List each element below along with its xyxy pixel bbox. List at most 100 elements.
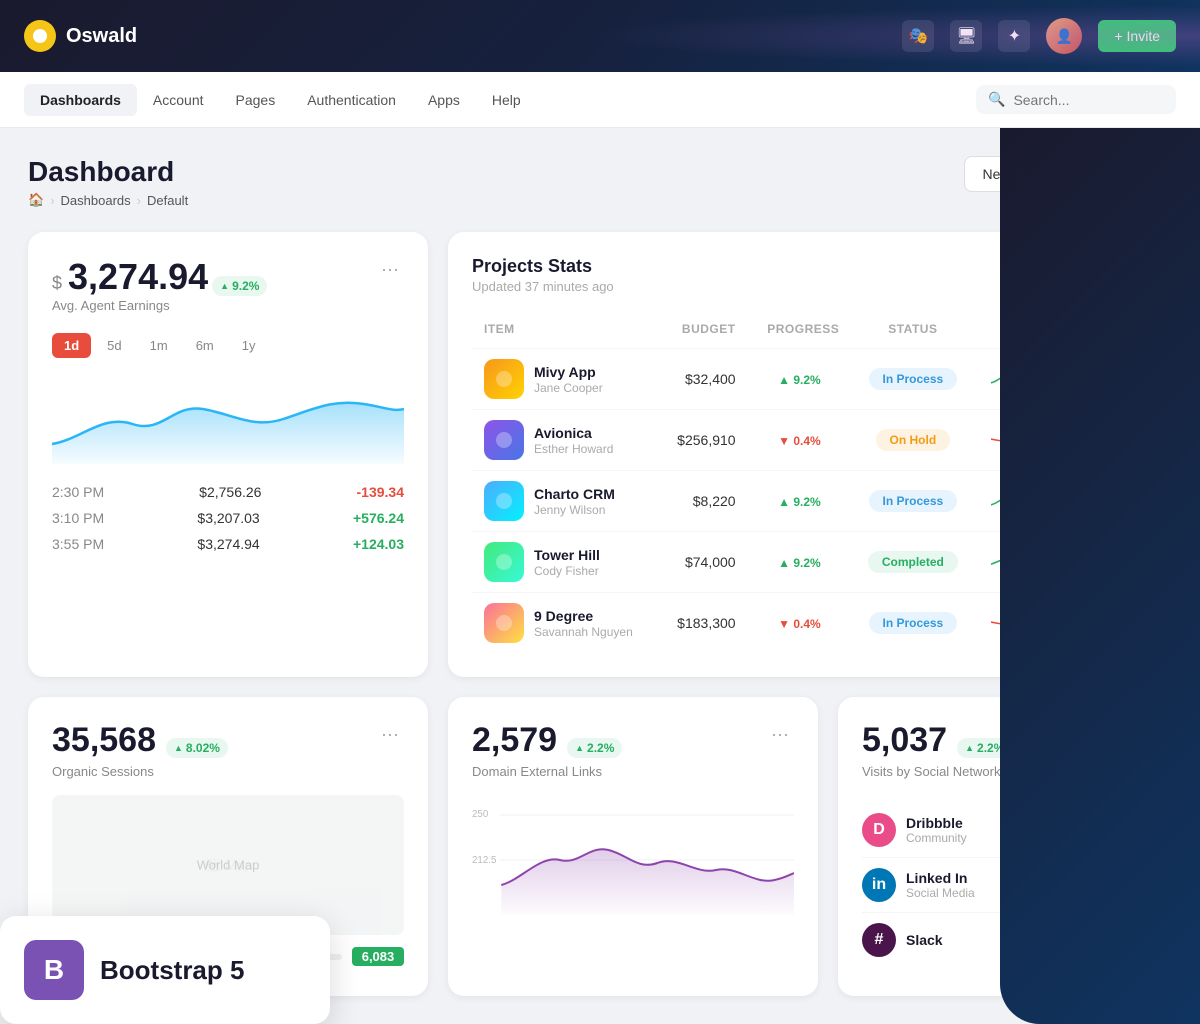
earnings-subtitle: Avg. Agent Earnings	[52, 298, 267, 313]
social-subtitle: Visits by Social Networks	[862, 764, 1012, 779]
social-right: 1,088 0.4%	[1050, 875, 1148, 895]
social-name: Slack	[906, 932, 943, 948]
svg-text:250: 250	[472, 809, 489, 820]
nav-items: Dashboards Account Pages Authentication …	[24, 84, 976, 116]
earnings-amount-area: $ 3,274.94 9.2% Avg. Agent Earnings	[52, 256, 267, 329]
project-name: 9 Degree	[534, 608, 633, 624]
nav-help[interactable]: Help	[476, 84, 537, 116]
organic-more-button[interactable]: ⋯	[376, 721, 404, 749]
col-status: STATUS	[851, 314, 974, 349]
slack-icon: #	[862, 923, 896, 957]
secondary-nav: Dashboards Account Pages Authentication …	[0, 72, 1200, 128]
tab-6m[interactable]: 6m	[184, 333, 226, 358]
social-value: 5,037	[862, 721, 947, 760]
earnings-header: $ 3,274.94 9.2% Avg. Agent Earnings ⋯	[52, 256, 404, 329]
status-badge: Completed	[868, 551, 958, 573]
organic-sessions-amount: 35,568 8.02%	[52, 721, 228, 760]
screen-icon[interactable]: 🖥	[950, 20, 982, 52]
social-right: 794 0.2%	[1061, 930, 1148, 950]
view-button[interactable]: →	[1099, 426, 1127, 454]
earnings-chart	[52, 374, 404, 464]
view-button[interactable]: →	[1099, 609, 1127, 637]
search-input[interactable]	[1013, 92, 1163, 108]
nav-pages[interactable]: Pages	[220, 84, 292, 116]
projects-title-area: Projects Stats Updated 37 minutes ago	[472, 256, 614, 294]
nav-dashboards[interactable]: Dashboards	[24, 84, 137, 116]
project-status: Completed	[851, 532, 974, 593]
bootstrap-overlay-card: B Bootstrap 5	[0, 916, 330, 1024]
social-amount-area: 5,037 2.2% Visits by Social Networks	[862, 721, 1012, 795]
projects-stats-card: Projects Stats Updated 37 minutes ago Hi…	[448, 232, 1172, 677]
invite-button[interactable]: + Invite	[1098, 20, 1176, 52]
change-label: +576.24	[353, 510, 404, 526]
tab-1d[interactable]: 1d	[52, 333, 91, 358]
social-row-dribbble: D Dribbble Community 579 2.6%	[862, 803, 1148, 858]
status-badge: In Process	[869, 490, 958, 512]
social-row-linkedin: in Linked In Social Media 1,088 0.4%	[862, 858, 1148, 913]
table-row: Tower Hill Cody Fisher $74,000 ▲ 9.2% Co…	[472, 532, 1148, 593]
nav-authentication[interactable]: Authentication	[291, 84, 412, 116]
country-value: 6,083	[352, 947, 404, 966]
domain-more-button[interactable]: ⋯	[766, 721, 794, 749]
change-label: +124.03	[353, 536, 404, 552]
social-networks-card: 5,037 2.2% Visits by Social Networks ⋯ D…	[838, 697, 1172, 996]
project-progress: ▲ 9.2%	[748, 532, 852, 593]
amount-label: $3,207.03	[197, 510, 259, 526]
social-badge: 2.2%	[957, 738, 1012, 758]
amount-label: $2,756.26	[199, 484, 261, 500]
breadcrumb-dashboards[interactable]: Dashboards	[61, 193, 131, 208]
time-label: 2:30 PM	[52, 484, 104, 500]
project-view: →	[1087, 532, 1148, 593]
social-type: Community	[906, 831, 967, 845]
project-budget: $32,400	[659, 349, 748, 410]
page-title-area: Dashboard 🏠 › Dashboards › Default	[28, 156, 188, 208]
earnings-more-button[interactable]: ⋯	[376, 256, 404, 284]
reports-button[interactable]: Reports	[1087, 156, 1172, 192]
earnings-row: 3:10 PM $3,207.03 +576.24	[52, 510, 404, 526]
logo-icon	[24, 20, 56, 52]
projects-subtitle: Updated 37 minutes ago	[472, 279, 614, 294]
project-chart	[974, 471, 1086, 532]
social-change: 0.2%	[1093, 930, 1148, 950]
table-row: Avionica Esther Howard $256,910 ▼ 0.4% O…	[472, 410, 1148, 471]
col-progress: PROGRESS	[748, 314, 852, 349]
domain-badge: 2.2%	[567, 738, 622, 758]
social-more-button[interactable]: ⋯	[1120, 721, 1148, 749]
time-label: 3:55 PM	[52, 536, 104, 552]
social-left: in Linked In Social Media	[862, 868, 975, 902]
view-button[interactable]: →	[1099, 548, 1127, 576]
earnings-row: 2:30 PM $2,756.26 -139.34	[52, 484, 404, 500]
view-button[interactable]: →	[1099, 365, 1127, 393]
tab-1y[interactable]: 1y	[230, 333, 268, 358]
project-view: →	[1087, 593, 1148, 654]
new-project-button[interactable]: New Project	[964, 156, 1077, 192]
social-count: 794	[1061, 932, 1084, 948]
social-left: D Dribbble Community	[862, 813, 967, 847]
domain-value: 2,579	[472, 721, 557, 760]
status-badge: In Process	[869, 368, 958, 390]
tab-5d[interactable]: 5d	[95, 333, 133, 358]
project-budget: $183,300	[659, 593, 748, 654]
topbar: Oswald 🎭 🖥 ✦ 👤 + Invite	[0, 0, 1200, 72]
project-person: Cody Fisher	[534, 564, 600, 578]
domain-links-card: 2,579 2.2% Domain External Links ⋯	[448, 697, 818, 996]
nav-account[interactable]: Account	[137, 84, 220, 116]
domain-subtitle: Domain External Links	[472, 764, 622, 779]
project-chart	[974, 410, 1086, 471]
search-bar[interactable]: 🔍	[976, 85, 1176, 114]
project-name: Tower Hill	[534, 547, 600, 563]
earnings-badge: 9.2%	[212, 276, 267, 296]
nav-apps[interactable]: Apps	[412, 84, 476, 116]
social-info: Linked In Social Media	[906, 870, 975, 900]
share-icon[interactable]: ✦	[998, 20, 1030, 52]
avatar[interactable]: 👤	[1046, 18, 1082, 54]
status-badge: In Process	[869, 612, 958, 634]
page-title: Dashboard	[28, 156, 188, 188]
view-button[interactable]: →	[1099, 487, 1127, 515]
projects-table: ITEM BUDGET PROGRESS STATUS CHART VIEW	[472, 314, 1148, 653]
history-button[interactable]: History	[1078, 256, 1148, 285]
project-status: On Hold	[851, 410, 974, 471]
tab-1m[interactable]: 1m	[138, 333, 180, 358]
camera-icon[interactable]: 🎭	[902, 20, 934, 52]
breadcrumb-default: Default	[147, 193, 188, 208]
